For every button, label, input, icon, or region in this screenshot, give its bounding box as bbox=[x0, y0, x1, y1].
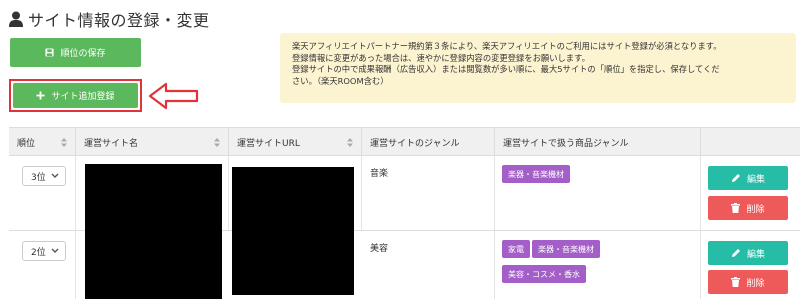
column-header-label: 運営サイトで扱う商品ジャンル bbox=[503, 138, 629, 149]
trash-icon bbox=[731, 203, 741, 213]
site-genre-text: 音楽 bbox=[370, 169, 389, 179]
column-header-label: 順位 bbox=[17, 138, 36, 149]
edit-button[interactable]: 編集 bbox=[708, 166, 788, 190]
left-arrow-icon bbox=[148, 82, 199, 110]
rank-cell: 3位 bbox=[9, 156, 76, 231]
site-url-cell bbox=[229, 156, 362, 295]
site-genre-cell: 美容 bbox=[362, 231, 495, 299]
notice-line: 登録サイトの中で成果報酬（広告収入）または閲覧数が多い順に、最大5サイトの「順位… bbox=[292, 64, 720, 74]
save-order-label: 順位の保存 bbox=[60, 49, 106, 59]
site-genre-cell: 音楽 bbox=[362, 156, 495, 231]
column-header-site-name[interactable]: 運営サイト名 bbox=[76, 128, 229, 156]
pencil-icon bbox=[731, 248, 741, 258]
pencil-icon bbox=[731, 173, 741, 183]
save-icon bbox=[45, 48, 55, 57]
table-row: 2位 美容 家電 楽器・音楽機材 美容・コスメ・香水 編集 削除 bbox=[9, 231, 800, 299]
edit-label: 編集 bbox=[746, 249, 765, 260]
edit-button[interactable]: 編集 bbox=[708, 241, 788, 265]
user-icon bbox=[9, 11, 23, 27]
sort-icon bbox=[61, 138, 67, 147]
site-genre-text: 美容 bbox=[370, 244, 389, 254]
product-genre-cell: 楽器・音楽機材 bbox=[495, 156, 701, 231]
sort-icon bbox=[214, 138, 220, 147]
save-order-button[interactable]: 順位の保存 bbox=[10, 38, 141, 67]
delete-button[interactable]: 削除 bbox=[708, 270, 788, 294]
chevron-down-icon bbox=[51, 248, 59, 253]
delete-button[interactable]: 削除 bbox=[708, 196, 788, 220]
product-genre-tag: 楽器・音楽機材 bbox=[532, 240, 600, 258]
rank-value: 2位 bbox=[31, 247, 46, 258]
column-header-label: 運営サイトのジャンル bbox=[370, 138, 460, 149]
sort-icon bbox=[347, 138, 353, 147]
add-site-button[interactable]: サイト追加登録 bbox=[13, 83, 138, 108]
sites-table: 順位 運営サイト名 運営サイトURL 運営サイトのジャンル 運営サイトで扱う商品… bbox=[9, 127, 800, 299]
page-title-text: サイト情報の登録・変更 bbox=[28, 11, 210, 30]
column-header-label: 運営サイトURL bbox=[237, 138, 300, 149]
delete-label: 削除 bbox=[746, 204, 765, 215]
rank-value: 3位 bbox=[31, 172, 46, 183]
site-name-cell bbox=[76, 231, 229, 299]
table-row: 3位 音楽 楽器・音楽機材 編集 削除 bbox=[9, 156, 800, 299]
notice-line: さい。（楽天ROOM含む） bbox=[292, 75, 389, 86]
notice-box: 楽天アフィリエイトパートナー規約第３条により、楽天アフィリエイトのご利用にはサイ… bbox=[280, 33, 796, 103]
notice-line: 登録情報に変更があった場合は、速やかに登録内容の変更登録をお願いします。 bbox=[292, 52, 590, 63]
column-header-product-genre: 運営サイトで扱う商品ジャンル bbox=[495, 128, 701, 156]
plus-icon bbox=[36, 91, 46, 100]
add-site-highlight: サイト追加登録 bbox=[9, 79, 142, 112]
column-header-label: 運営サイト名 bbox=[84, 138, 139, 149]
trash-icon bbox=[731, 277, 741, 287]
page-title: サイト情報の登録・変更 bbox=[9, 9, 210, 30]
product-genre-tag: 美容・コスメ・香水 bbox=[502, 265, 586, 283]
table-header: 順位 運営サイト名 運営サイトURL 運営サイトのジャンル 運営サイトで扱う商品… bbox=[9, 128, 800, 156]
site-name-cell bbox=[76, 156, 229, 299]
column-header-site-genre: 運営サイトのジャンル bbox=[362, 128, 495, 156]
rank-cell: 2位 bbox=[9, 231, 76, 299]
column-header-site-url[interactable]: 運営サイトURL bbox=[229, 128, 362, 156]
add-site-label: サイト追加登録 bbox=[51, 92, 115, 102]
edit-label: 編集 bbox=[746, 174, 765, 185]
product-genre-cell: 家電 楽器・音楽機材 美容・コスメ・香水 bbox=[495, 231, 701, 299]
site-url-cell bbox=[229, 231, 362, 299]
product-genre-tag: 楽器・音楽機材 bbox=[502, 165, 570, 183]
delete-label: 削除 bbox=[746, 278, 765, 289]
rank-select[interactable]: 3位 bbox=[22, 166, 66, 186]
chevron-down-icon bbox=[51, 173, 59, 178]
product-genre-tag: 家電 bbox=[502, 240, 530, 258]
column-header-rank[interactable]: 順位 bbox=[9, 128, 76, 156]
notice-line: 楽天アフィリエイトパートナー規約第３条により、楽天アフィリエイトのご利用にはサイ… bbox=[292, 41, 722, 51]
rank-select[interactable]: 2位 bbox=[22, 241, 66, 261]
